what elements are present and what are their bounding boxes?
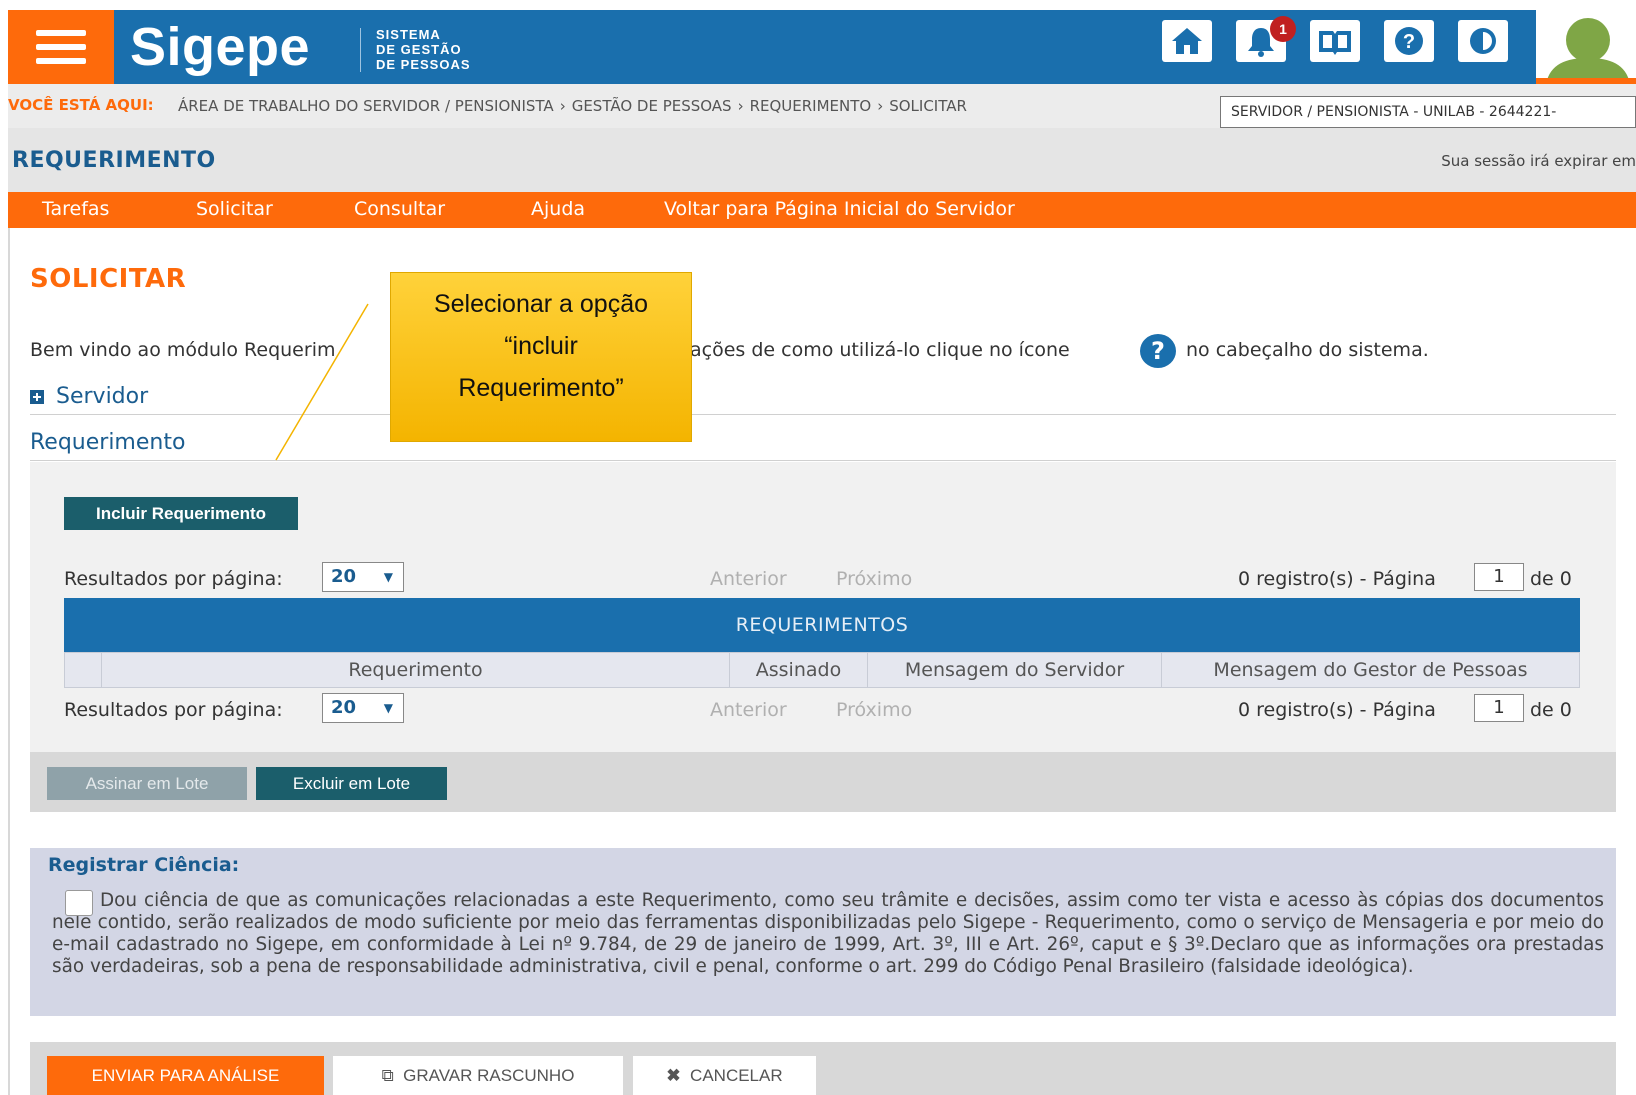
ciencia-checkbox[interactable] [65, 890, 93, 916]
chevron-right-icon: › [737, 97, 744, 115]
welcome-text-end: no cabeçalho do sistema. [1186, 339, 1429, 361]
help-icon[interactable]: ? [1384, 20, 1434, 62]
requerimento-section-heading: Requerimento [30, 430, 186, 455]
logo-subtitle: SISTEMA DE GESTÃO DE PESSOAS [376, 27, 471, 72]
session-timer: Sua sessão irá expirar em [1441, 152, 1636, 170]
cancelar-button[interactable]: ✖ CANCELAR [633, 1056, 816, 1095]
records-count: 0 registro(s) - Página [1238, 568, 1436, 590]
results-per-page-label: Resultados por página: [64, 568, 283, 590]
module-title-bar: REQUERIMENTO Sua sessão irá expirar em [8, 128, 1636, 192]
nav-item-consultar[interactable]: Consultar [354, 198, 445, 220]
column-header-mensagem-servidor[interactable]: Mensagem do Servidor [867, 653, 1161, 687]
gravar-rascunho-label: GRAVAR RASCUNHO [403, 1066, 575, 1085]
logo-subtitle-line: DE PESSOAS [376, 57, 471, 72]
book-icon[interactable] [1310, 20, 1360, 62]
breadcrumb-path: ÁREA DE TRABALHO DO SERVIDOR / PENSIONIS… [178, 97, 967, 115]
table-title: REQUERIMENTOS [64, 598, 1580, 652]
top-header: Sigepe SISTEMA DE GESTÃO DE PESSOAS 1 ? [0, 0, 1636, 84]
breadcrumb-item[interactable]: ÁREA DE TRABALHO DO SERVIDOR / PENSIONIS… [178, 97, 554, 115]
hamburger-menu-button[interactable] [8, 10, 114, 84]
pager-top: Resultados por página: 20 ▼ Anterior Próx… [64, 562, 1580, 596]
total-pages: de 0 [1530, 568, 1572, 590]
page-number-input[interactable]: 1 [1474, 563, 1524, 591]
home-icon[interactable] [1162, 20, 1212, 62]
close-icon: ✖ [666, 1066, 681, 1085]
nav-item-voltar[interactable]: Voltar para Página Inicial do Servidor [664, 198, 1015, 220]
breadcrumb-item[interactable]: REQUERIMENTO [750, 97, 872, 115]
column-header-assinado[interactable]: Assinado [729, 653, 867, 687]
previous-page-link[interactable]: Anterior [710, 568, 787, 590]
left-border [8, 228, 10, 1095]
column-header-mensagem-gestor[interactable]: Mensagem do Gestor de Pessoas [1161, 653, 1579, 687]
pager-bottom: Resultados por página: 20 ▼ Anterior Próx… [64, 693, 1580, 727]
copy-icon: ⧉ [381, 1066, 394, 1085]
profile-select[interactable]: SERVIDOR / PENSIONISTA - UNILAB - 264422… [1220, 96, 1636, 128]
main-nav: Tarefas Solicitar Consultar Ajuda Voltar… [8, 192, 1636, 228]
caret-down-icon: ▼ [383, 570, 393, 584]
breadcrumb-item: SOLICITAR [889, 97, 967, 115]
notification-badge: 1 [1270, 16, 1296, 42]
assinar-em-lote-button[interactable]: Assinar em Lote [47, 767, 247, 800]
results-per-page-value: 20 [331, 697, 357, 718]
ciencia-declaration: Dou ciência de que as comunicações relac… [52, 890, 1604, 977]
records-count: 0 registro(s) - Página [1238, 699, 1436, 721]
user-avatar[interactable] [1536, 10, 1636, 84]
cancelar-label: CANCELAR [690, 1066, 783, 1085]
total-pages: de 0 [1530, 699, 1572, 721]
logo-subtitle-line: SISTEMA [376, 27, 441, 42]
sigepe-logo[interactable]: Sigepe [130, 16, 310, 78]
menu-bar-icon [36, 58, 86, 64]
incluir-requerimento-button[interactable]: Incluir Requerimento [64, 497, 298, 530]
results-per-page-value: 20 [331, 566, 357, 587]
help-icon: ? [1140, 334, 1176, 368]
chevron-right-icon: › [559, 97, 566, 115]
results-per-page-select[interactable]: 20 ▼ [322, 693, 404, 723]
logo-subtitle-line: DE GESTÃO [376, 42, 462, 57]
caret-down-icon: ▼ [383, 701, 393, 715]
nav-item-ajuda[interactable]: Ajuda [531, 198, 585, 220]
breadcrumb-item[interactable]: GESTÃO DE PESSOAS [572, 97, 732, 115]
next-page-link[interactable]: Próximo [836, 568, 912, 590]
callout-line: “incluir [504, 332, 578, 360]
ciencia-title: Registrar Ciência: [48, 854, 240, 876]
module-title: REQUERIMENTO [12, 148, 216, 173]
results-per-page-label: Resultados por página: [64, 699, 283, 721]
table-header-row: Requerimento Assinado Mensagem do Servid… [64, 652, 1580, 688]
nav-item-tarefas[interactable]: Tarefas [42, 198, 109, 220]
select-column-header [65, 653, 101, 687]
instruction-callout: Selecionar a opção “incluir Requerimento… [390, 272, 692, 442]
menu-bar-icon [36, 30, 86, 36]
callout-line: Requerimento” [458, 374, 624, 402]
page-title: SOLICITAR [30, 264, 187, 294]
welcome-text: Bem vindo ao módulo Requerim [30, 339, 336, 361]
expand-plus-icon [30, 390, 44, 404]
chevron-right-icon: › [877, 97, 884, 115]
nav-item-solicitar[interactable]: Solicitar [196, 198, 273, 220]
welcome-text-middle: ações de como utilizá-lo clique no ícone [690, 339, 1070, 361]
divider [30, 460, 1616, 461]
contrast-icon[interactable] [1458, 20, 1508, 62]
breadcrumb-lead: VOCÊ ESTÁ AQUI: [8, 96, 154, 114]
next-page-link[interactable]: Próximo [836, 699, 912, 721]
callout-line: Selecionar a opção [433, 290, 649, 318]
menu-bar-icon [36, 44, 86, 50]
logo-divider [360, 28, 361, 72]
excluir-em-lote-button[interactable]: Excluir em Lote [256, 767, 447, 800]
previous-page-link[interactable]: Anterior [710, 699, 787, 721]
page-number-input[interactable]: 1 [1474, 694, 1524, 722]
servidor-section-toggle[interactable]: Servidor [30, 384, 148, 409]
servidor-section-label: Servidor [56, 384, 149, 409]
divider [30, 414, 1616, 415]
gravar-rascunho-button[interactable]: ⧉ GRAVAR RASCUNHO [333, 1056, 623, 1095]
column-header-requerimento[interactable]: Requerimento [101, 653, 729, 687]
results-per-page-select[interactable]: 20 ▼ [322, 562, 404, 592]
enviar-para-analise-button[interactable]: ENVIAR PARA ANÁLISE [47, 1056, 324, 1095]
svg-text:?: ? [1403, 31, 1415, 53]
